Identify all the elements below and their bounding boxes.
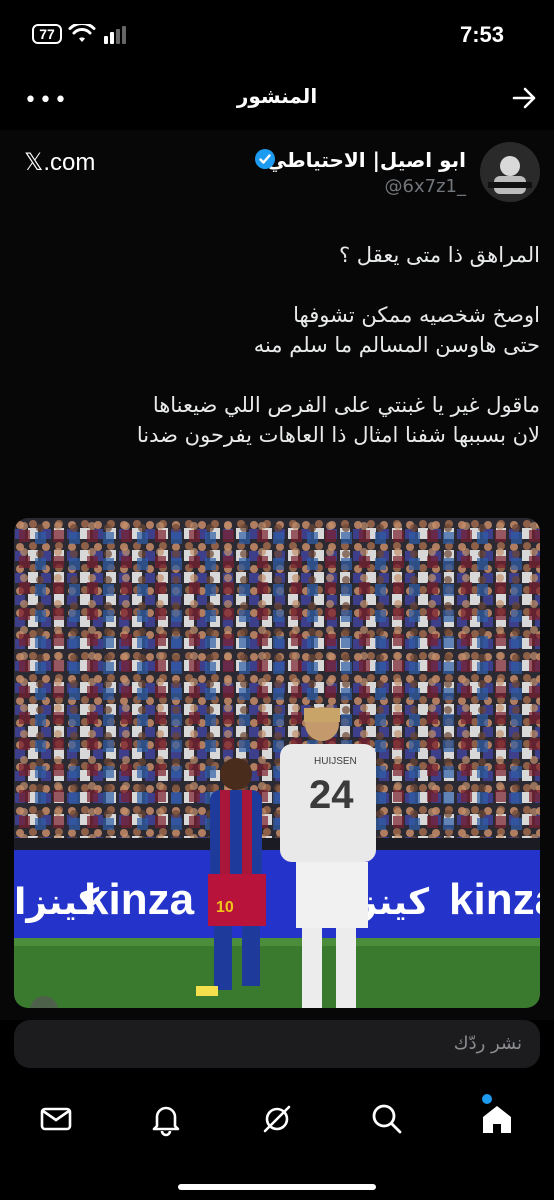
- board-text-left: kinza: [84, 875, 195, 924]
- bottom-tab-bar: [0, 1085, 554, 1155]
- tweet-paragraph-2: اوصخ شخصيه ممكن تشوفها حتى هاوسن المسالم…: [253, 303, 540, 357]
- home-indicator[interactable]: [178, 1184, 376, 1190]
- left-player-number: 10: [216, 899, 234, 916]
- right-player-number: 24: [309, 773, 354, 817]
- search-icon[interactable]: [367, 1099, 407, 1139]
- messages-icon[interactable]: [36, 1099, 76, 1139]
- verified-badge-icon: [255, 149, 275, 169]
- board-text-right: kinza: [449, 875, 540, 924]
- status-bar: 77 7:53: [0, 0, 554, 70]
- right-player-name: HUIJSEN: [314, 756, 357, 767]
- display-name[interactable]: ابو اصيل| الاحتياطي: [267, 148, 466, 172]
- back-arrow-icon[interactable]: [510, 84, 538, 112]
- tweet-text: المراهق ذا متى يعقل ؟ اوصخ شخصيه ممكن تش…: [20, 240, 540, 480]
- user-handle[interactable]: @6x7z1_: [385, 176, 466, 197]
- clock: 7:53: [459, 22, 504, 47]
- signal-icon: [104, 26, 126, 44]
- source-label: 𝕏.com: [24, 149, 96, 176]
- page-title: المنشور: [236, 84, 318, 108]
- board-arabic-text-left: كينزا: [14, 882, 99, 923]
- post-media-image[interactable]: kinza kinza كينزا كينزا 10: [14, 518, 540, 1008]
- battery-icon: 77: [32, 24, 62, 44]
- tweet-paragraph-3: ماقول غير يا غبنتي على الفرص اللي ضيعناه…: [136, 393, 540, 447]
- home-notification-dot: [482, 1094, 492, 1104]
- avatar[interactable]: [480, 142, 540, 202]
- tweet-paragraph-1: المراهق ذا متى يعقل ؟: [338, 243, 540, 267]
- reply-placeholder: نشر ردّك: [453, 1033, 522, 1054]
- home-icon[interactable]: [477, 1099, 517, 1139]
- notifications-icon[interactable]: [146, 1099, 186, 1139]
- wifi-icon: [68, 24, 96, 42]
- reply-input[interactable]: نشر ردّك: [14, 1020, 540, 1068]
- post-card[interactable]: 𝕏.com ابو اصيل| الاحتياطي @6x7z1_ المراه…: [0, 130, 554, 1020]
- top-nav-bar: ••• المنشور: [0, 74, 554, 124]
- grok-icon[interactable]: [257, 1099, 297, 1139]
